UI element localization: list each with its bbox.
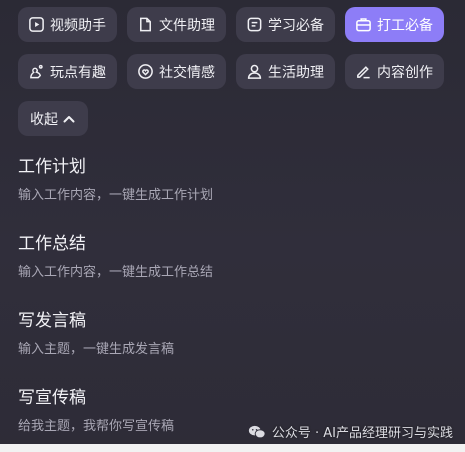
template-list: 工作计划 输入工作内容，一键生成工作计划 工作总结 输入工作内容，一键生成工作总… [18, 156, 465, 435]
chip-work-essentials[interactable]: 打工必备 [345, 7, 444, 42]
watermark-text: 公众号 · AI产品经理研习与实践 [271, 426, 453, 441]
note-icon [247, 17, 262, 32]
chip-label: 社交情感 [159, 64, 215, 81]
chip-label: 内容创作 [377, 64, 433, 81]
template-title: 工作计划 [18, 157, 86, 177]
file-icon [140, 17, 151, 32]
collapse-label: 收起 [30, 111, 58, 128]
chip-content-creation[interactable]: 内容创作 [345, 54, 444, 89]
template-item-work-summary[interactable]: 工作总结 输入工作内容，一键生成工作总结 [18, 233, 465, 281]
template-title: 写发言稿 [18, 311, 86, 331]
chip-label: 玩点有趣 [50, 64, 106, 81]
chip-fun[interactable]: 玩点有趣 [18, 54, 117, 89]
heart-icon [138, 64, 153, 79]
template-description: 输入工作内容，一键生成工作计划 [18, 188, 214, 203]
puzzle-icon [30, 64, 43, 79]
chip-social-emotion[interactable]: 社交情感 [127, 54, 226, 89]
play-square-icon [29, 17, 44, 32]
chip-label: 视频助手 [50, 17, 106, 34]
person-icon [247, 64, 262, 79]
briefcase-icon [356, 18, 371, 32]
pen-icon [357, 66, 370, 79]
chip-label: 文件助理 [159, 17, 215, 34]
chip-video-assistant[interactable]: 视频助手 [18, 7, 117, 42]
prompt-category-panel: 视频助手 文件助理 学习必备 打工必备 玩点有趣 社交情感 生活助理 内容创作 … [0, 0, 465, 452]
category-row-1: 视频助手 文件助理 学习必备 打工必备 [18, 7, 465, 42]
collapse-button[interactable]: 收起 [18, 101, 88, 136]
template-item-work-plan[interactable]: 工作计划 输入工作内容，一键生成工作计划 [18, 156, 465, 204]
template-description: 输入工作内容，一键生成工作总结 [18, 265, 214, 280]
template-title: 工作总结 [18, 234, 86, 254]
chip-study-essentials[interactable]: 学习必备 [236, 7, 335, 42]
wechat-icon [248, 425, 266, 438]
template-item-speech-draft[interactable]: 写发言稿 输入主题，一键生成发言稿 [18, 310, 465, 358]
template-title: 写宣传稿 [18, 388, 86, 408]
bottom-edge [0, 444, 465, 452]
template-description: 输入主题，一键生成发言稿 [18, 342, 175, 357]
chip-label: 学习必备 [268, 17, 324, 34]
category-row-2: 玩点有趣 社交情感 生活助理 内容创作 [18, 54, 465, 89]
chevron-up-icon [63, 115, 75, 122]
chip-file-assistant[interactable]: 文件助理 [127, 7, 226, 42]
chip-label: 打工必备 [377, 17, 433, 34]
chip-label: 生活助理 [268, 64, 324, 81]
watermark: 公众号 · AI产品经理研习与实践 [248, 422, 453, 441]
chip-life-assistant[interactable]: 生活助理 [236, 54, 335, 89]
